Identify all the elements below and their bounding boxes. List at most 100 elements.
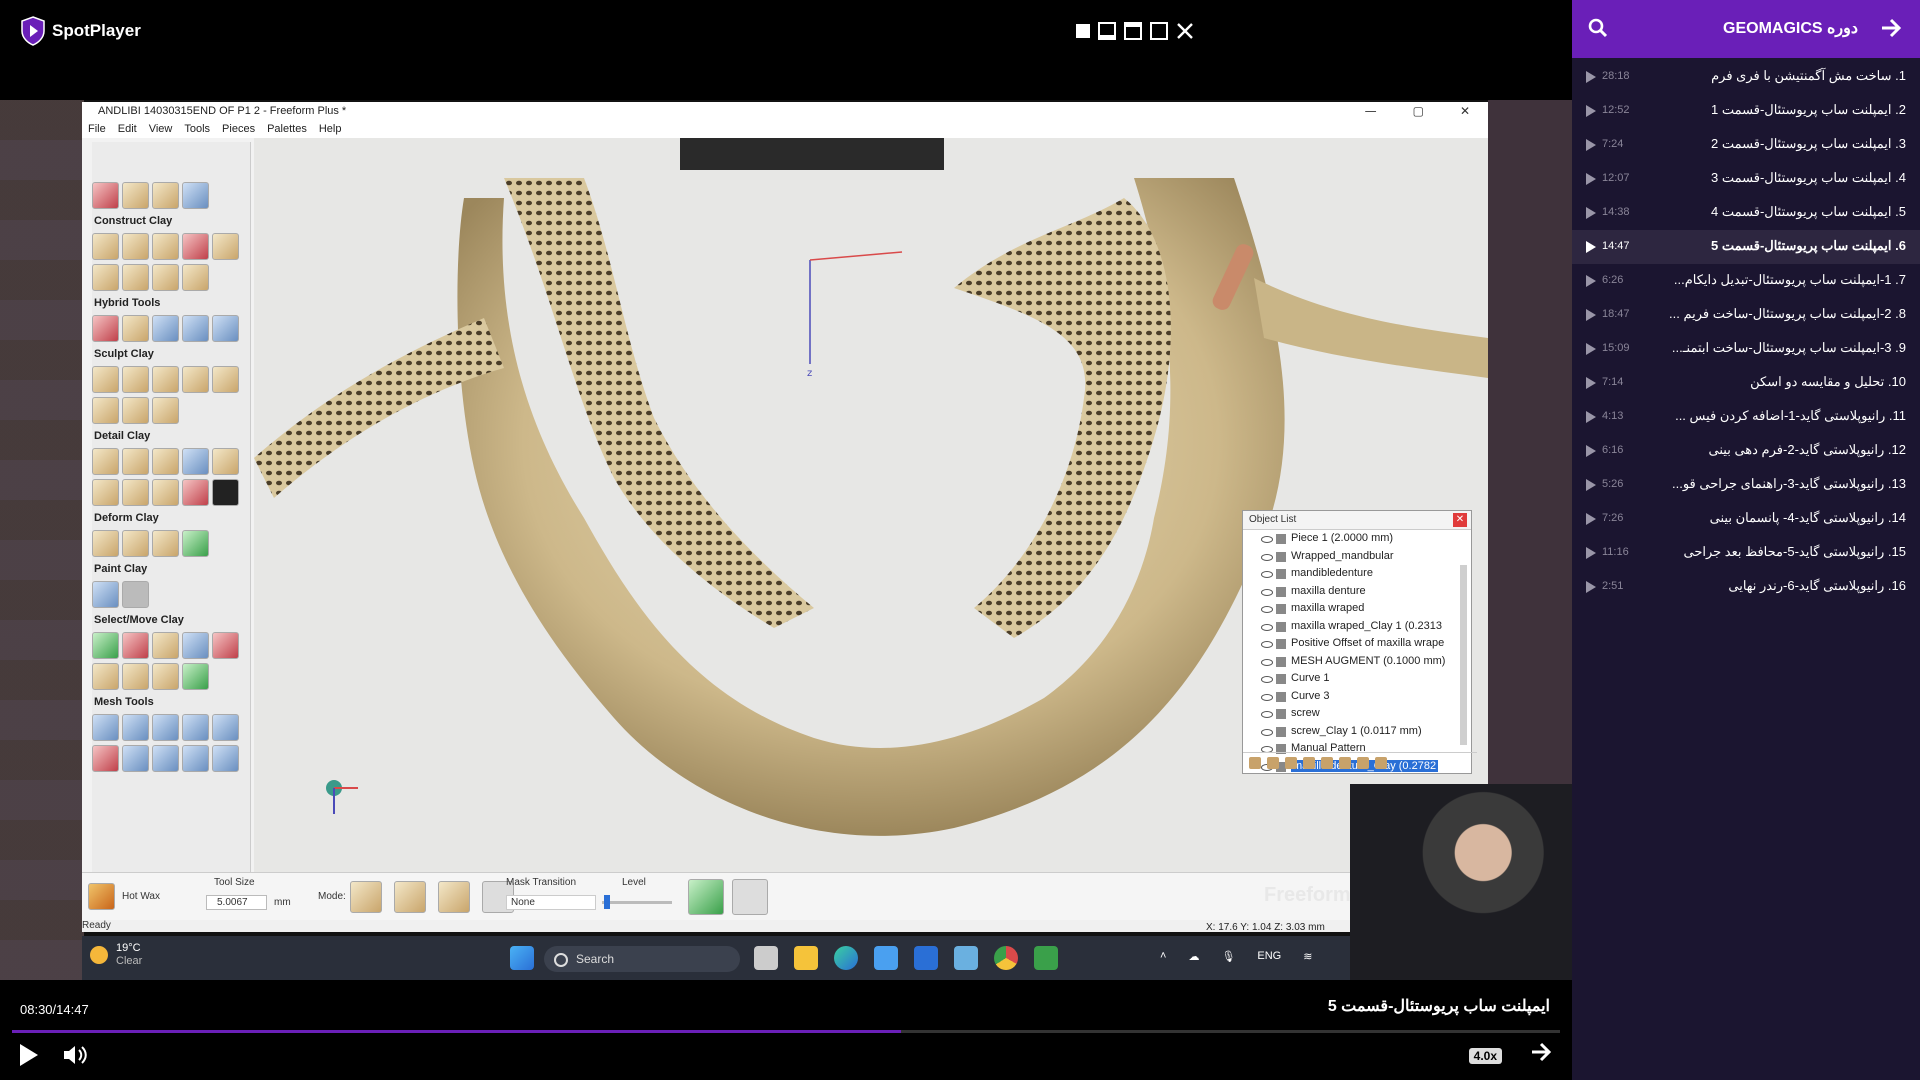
play-icon[interactable] [1586, 105, 1596, 117]
arrow-right-icon[interactable] [1530, 1042, 1552, 1062]
coordinate-readout: X: 17.6 Y: 1.04 Z: 3.03 mm [1206, 922, 1325, 933]
lesson-item[interactable]: 12:07 4. ایمپلنت ساب پریوستئال-قسمت 3 [1572, 162, 1920, 196]
object-list-item: maxilla wraped [1243, 600, 1461, 618]
lesson-duration: 15:09 [1602, 342, 1630, 354]
play-icon[interactable] [1586, 173, 1596, 185]
play-icon[interactable] [1586, 479, 1596, 491]
play-icon[interactable] [1586, 513, 1596, 525]
playback-speed-button[interactable]: 4.0x [1468, 1048, 1502, 1064]
lesson-item[interactable]: 11:16 15. رانیوپلاستی گاید-5-محافظ بعد جر… [1572, 536, 1920, 570]
play-icon[interactable] [20, 1044, 38, 1066]
search-icon[interactable] [1588, 18, 1608, 38]
visibility-eye-icon [1261, 693, 1273, 701]
tool-palette: Construct Clay Hybrid Tools Sculpt Clay … [92, 142, 251, 872]
play-icon[interactable] [1586, 275, 1596, 287]
restore-icon: ▢ [1412, 104, 1424, 118]
tool-icon [122, 448, 149, 475]
play-icon[interactable] [1586, 581, 1596, 593]
menu-tools: Tools [184, 123, 211, 135]
volume-icon[interactable] [62, 1043, 88, 1067]
lesson-item[interactable]: 7:26 14. رانیوپلاستی گاید-4- پانسمان بینی [1572, 502, 1920, 536]
lesson-item[interactable]: 7:14 10. تحلیل و مقایسه دو اسکن [1572, 366, 1920, 400]
mini-view-icon[interactable] [1076, 24, 1090, 38]
play-icon[interactable] [1586, 139, 1596, 151]
play-icon[interactable] [1586, 241, 1596, 253]
lesson-title: 13. رانیوپلاستی گاید-3-راهنمای جراحی قو.… [1672, 476, 1906, 492]
lesson-number: 4. [1895, 170, 1906, 185]
lesson-item[interactable]: 6:16 12. رانیوپلاستی گاید-2-فرم دهی بینی [1572, 434, 1920, 468]
lesson-title-text: رانیوپلاستی گاید-4- پانسمان بینی [1709, 510, 1885, 525]
maximize-icon[interactable] [1124, 22, 1142, 40]
lesson-title-text: 1-ایمپلنت ساب پریوستئال-تبدیل دایکام... [1673, 272, 1892, 287]
lesson-item[interactable]: 14:47 6. ایمپلنت ساب پریوستئال-قسمت 5 [1572, 230, 1920, 264]
tool-icon [182, 233, 209, 260]
lesson-title-text: ایمپلنت ساب پریوستئال-قسمت 3 [1711, 170, 1892, 185]
level-label: Level [622, 877, 646, 888]
lesson-number: 13. [1887, 476, 1906, 491]
lesson-title-text: رانیوپلاستی گاید-6-رندر نهایی [1728, 578, 1885, 593]
lesson-item[interactable]: 4:13 11. رانیوپلاستی گاید-1-اضافه کردن فی… [1572, 400, 1920, 434]
visibility-eye-icon [1261, 606, 1273, 613]
section-mesh-tools: Mesh Tools [94, 696, 154, 708]
lesson-item[interactable]: 6:26 7. 1-ایمپلنت ساب پریوستئال-تبدیل دای… [1572, 264, 1920, 298]
lesson-number: 7. [1895, 272, 1906, 287]
object-label: Positive Offset of maxilla wrape [1291, 637, 1445, 649]
object-list-item: maxilla wraped_Clay 1 (0.2313 [1243, 618, 1461, 636]
object-label: Piece 1 (2.0000 mm) [1291, 532, 1394, 544]
search-icon [554, 953, 568, 967]
tool-icon [182, 315, 209, 342]
play-icon[interactable] [1586, 71, 1596, 83]
menu-pieces: Pieces [222, 123, 256, 135]
lesson-item[interactable]: 2:51 16. رانیوپلاستی گاید-6-رندر نهایی [1572, 570, 1920, 604]
lesson-title-text: ایمپلنت ساب پریوستئال-قسمت 4 [1711, 204, 1892, 219]
object-list-header: Object List ✕ [1243, 511, 1471, 530]
close-icon[interactable] [1176, 22, 1194, 40]
object-type-icon [1276, 551, 1286, 562]
mask-transition-value: None [506, 895, 596, 910]
video-frame[interactable]: ANDLIBI 14030315END OF P1 2 - Freeform P… [0, 100, 1572, 980]
lesson-item[interactable]: 15:09 9. 3-ایمپلنت ساب پریوستئال-ساخت ابت… [1572, 332, 1920, 366]
lesson-item[interactable]: 12:52 2. ایمپلنت ساب پریوستئال-قسمت 1 [1572, 94, 1920, 128]
tool-row [92, 661, 250, 692]
tool-row [92, 395, 250, 426]
play-icon[interactable] [1586, 411, 1596, 423]
tool-icon [1357, 757, 1369, 769]
lesson-title: 4. ایمپلنت ساب پریوستئال-قسمت 3 [1711, 170, 1906, 186]
progress-bar[interactable] [12, 1030, 1560, 1033]
tool-row [92, 712, 250, 743]
object-list-item: screw [1243, 705, 1461, 723]
window-controls [1076, 22, 1194, 40]
lesson-title: 15. رانیوپلاستی گاید-5-محافظ بعد جراحی [1683, 544, 1906, 560]
lesson-number: 11. [1888, 408, 1906, 423]
lesson-number: 9. [1895, 340, 1906, 355]
course-title: GEOMAGICS دوره [1723, 20, 1858, 37]
play-icon[interactable] [1586, 343, 1596, 355]
tool-icon [152, 315, 179, 342]
play-icon[interactable] [1586, 547, 1596, 559]
lesson-item[interactable]: 28:18 1. ساخت مش آگمنتیشن با فری فرم [1572, 60, 1920, 94]
tool-icon [92, 315, 119, 342]
tool-icon [212, 714, 239, 741]
mode-label: Mode: [318, 891, 346, 902]
play-icon[interactable] [1586, 377, 1596, 389]
theater-view-icon[interactable] [1098, 22, 1116, 40]
lesson-item[interactable]: 18:47 8. 2-ایمپلنت ساب پریوستئال-ساخت فری… [1572, 298, 1920, 332]
lesson-duration: 7:14 [1602, 376, 1624, 388]
fullscreen-icon[interactable] [1150, 22, 1168, 40]
play-icon[interactable] [1586, 207, 1596, 219]
lesson-item[interactable]: 14:38 5. ایمپلنت ساب پریوستئال-قسمت 4 [1572, 196, 1920, 230]
lesson-title: 3. ایمپلنت ساب پریوستئال-قسمت 2 [1711, 136, 1906, 152]
play-icon[interactable] [1586, 309, 1596, 321]
lesson-item[interactable]: 5:26 13. رانیوپلاستی گاید-3-راهنمای جراحی… [1572, 468, 1920, 502]
app-name: SpotPlayer [52, 21, 141, 40]
arrow-right-icon[interactable] [1880, 18, 1902, 38]
section-paint-clay: Paint Clay [94, 563, 148, 575]
play-icon[interactable] [1586, 445, 1596, 457]
course-sidebar: GEOMAGICS دوره 28:18 1. ساخت مش آگمنتیشن … [1572, 0, 1920, 1080]
visibility-eye-icon [1261, 588, 1273, 596]
lesson-duration: 12:52 [1602, 104, 1630, 116]
tool-icon [1303, 757, 1315, 769]
lesson-item[interactable]: 7:24 3. ایمپلنت ساب پریوستئال-قسمت 2 [1572, 128, 1920, 162]
lesson-number: 15. [1887, 544, 1906, 559]
tool-icon [152, 745, 179, 772]
